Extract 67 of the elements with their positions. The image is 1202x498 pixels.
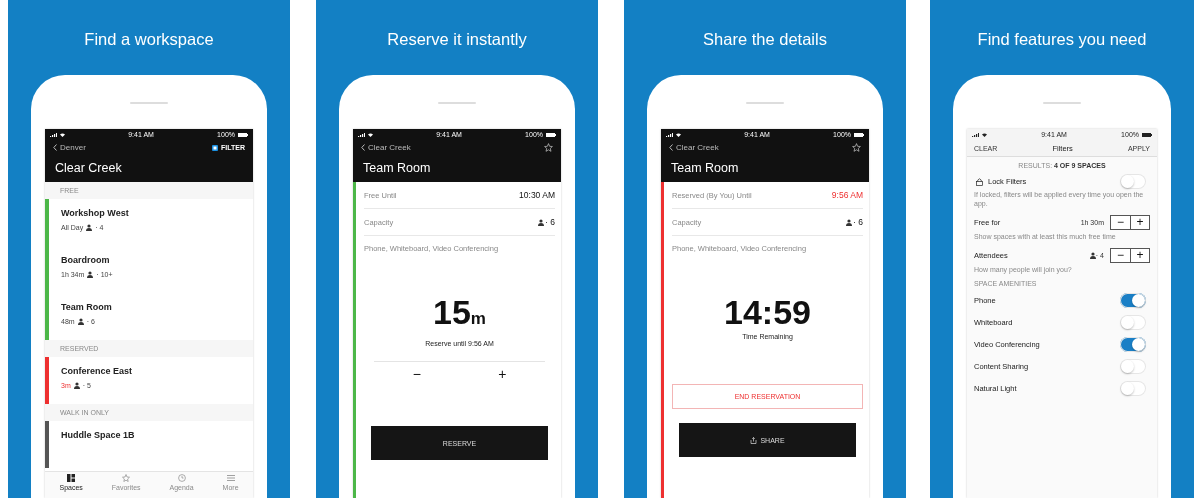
menu-icon <box>226 474 235 482</box>
chevron-left-icon <box>669 144 673 151</box>
toggle-switch[interactable] <box>1120 174 1146 189</box>
panel-title: Reserve it instantly <box>386 29 528 49</box>
toggle-switch[interactable] <box>1120 314 1146 330</box>
chevron-left-icon <box>53 144 57 151</box>
field-value: 9:56 AM <box>831 190 863 200</box>
panel-title: Find a workspace <box>83 29 215 49</box>
battery-icon <box>854 132 864 137</box>
signal-icon <box>358 132 365 137</box>
space-name: Conference East <box>61 366 134 376</box>
toggle-switch[interactable] <box>1120 380 1146 396</box>
space-name: Huddle Space 1B <box>61 430 136 440</box>
person-icon <box>538 218 545 226</box>
capacity-value: · 6 <box>538 217 555 227</box>
favorite-button[interactable] <box>544 143 553 152</box>
wifi-icon <box>60 132 65 137</box>
favorite-button[interactable] <box>852 143 861 152</box>
decrease-button[interactable]: − <box>1111 215 1130 229</box>
signal-icon <box>972 132 979 137</box>
increase-button[interactable]: + <box>1130 248 1149 262</box>
person-icon <box>86 224 93 231</box>
share-icon <box>750 436 758 444</box>
increase-button[interactable]: + <box>488 366 517 382</box>
back-button[interactable]: Denver <box>53 143 86 152</box>
person-icon <box>87 271 94 278</box>
duration-display: 15m <box>432 295 487 333</box>
battery-icon <box>546 132 556 137</box>
star-icon <box>122 474 131 482</box>
panel-title: Find features you need <box>976 29 1148 49</box>
space-name: Boardroom <box>61 255 111 265</box>
lock-icon <box>976 177 983 186</box>
wifi-icon <box>982 132 987 137</box>
signal-icon <box>50 132 57 137</box>
duration-display: 14:59 <box>723 295 812 329</box>
grid-icon <box>67 474 76 482</box>
battery-icon <box>238 132 248 137</box>
back-button[interactable]: Clear Creek <box>669 143 719 152</box>
screen-title: Team Room <box>670 161 740 175</box>
screen-title: Clear Creek <box>54 161 123 175</box>
space-name: Team Room <box>61 302 113 312</box>
increase-button[interactable]: + <box>1130 215 1149 229</box>
decrease-button[interactable]: − <box>402 366 431 382</box>
wifi-icon <box>676 132 681 137</box>
person-icon <box>846 218 853 226</box>
back-button[interactable]: Clear Creek <box>361 143 411 152</box>
screen-title: Team Room <box>362 161 432 175</box>
toggle-switch[interactable] <box>1120 336 1146 352</box>
panel-title: Share the details <box>702 29 828 49</box>
decrease-button[interactable]: − <box>1111 248 1130 262</box>
toggle-switch[interactable] <box>1120 292 1146 308</box>
person-icon <box>73 382 80 389</box>
battery-icon <box>1142 132 1152 137</box>
signal-icon <box>666 132 673 137</box>
star-icon <box>852 143 861 152</box>
chevron-left-icon <box>361 144 365 151</box>
person-icon <box>77 318 84 325</box>
toggle-switch[interactable] <box>1120 358 1146 374</box>
star-icon <box>544 143 553 152</box>
space-name: Workshop West <box>61 208 130 218</box>
field-value: 10:30 AM <box>519 190 555 200</box>
capacity-value: · 6 <box>846 217 863 227</box>
space-list-item[interactable]: Huddle Space 1B <box>49 421 253 468</box>
filter-icon <box>212 144 218 151</box>
person-icon <box>1089 251 1096 259</box>
clock-icon <box>177 474 186 482</box>
wifi-icon <box>368 132 373 137</box>
